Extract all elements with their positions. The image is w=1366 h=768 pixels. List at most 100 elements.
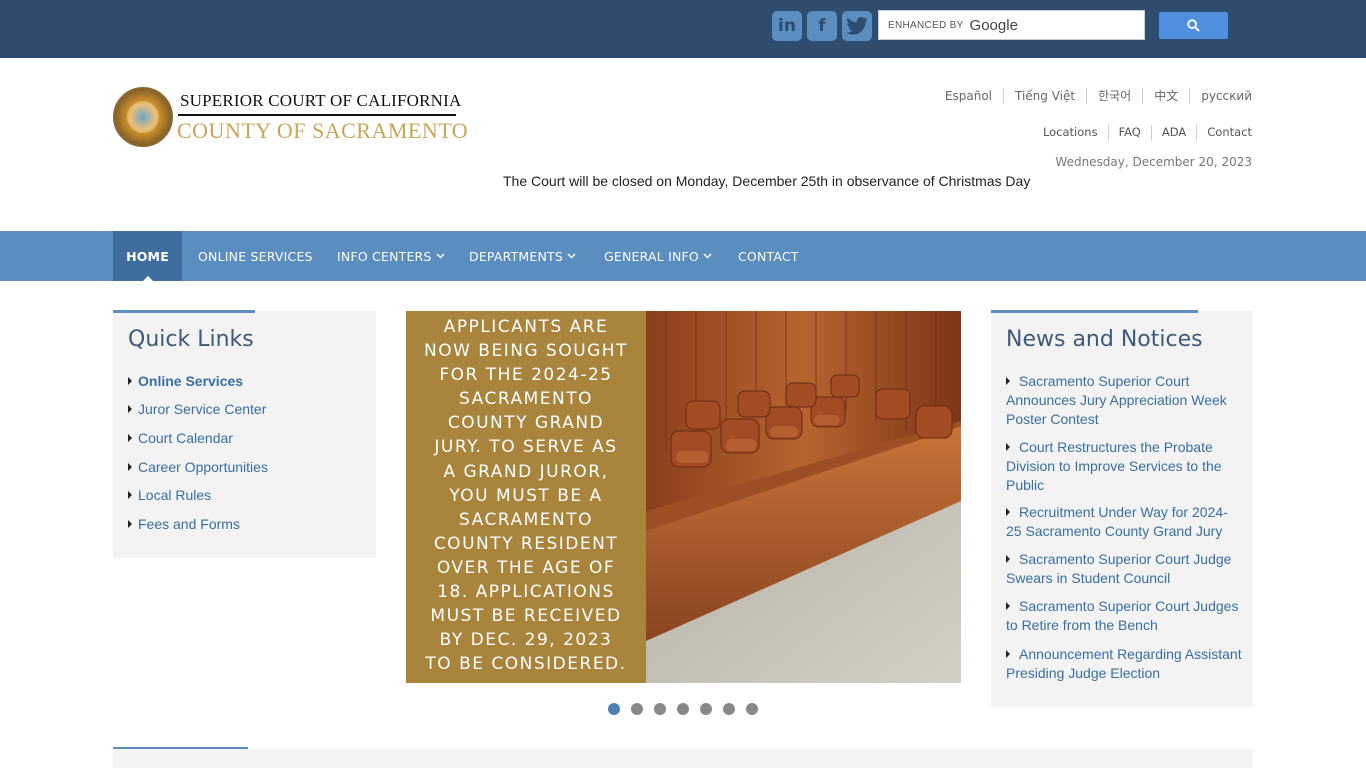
news-item-label: Sacramento Superior Court Announces Jury… (1006, 373, 1227, 427)
news-item[interactable]: Sacramento Superior Court Judge Swears i… (1006, 550, 1242, 588)
slide-caption-line: must be received (430, 606, 622, 627)
lang-russian[interactable]: русский (1189, 88, 1252, 104)
news-item-label: Recruitment Under Way for 2024-25 Sacram… (1006, 504, 1228, 539)
court-seal-logo[interactable] (113, 87, 173, 147)
lang-vietnamese[interactable]: Tiếng Việt (1003, 88, 1086, 104)
news-item-label: Sacramento Superior Court Judges to Reti… (1006, 598, 1239, 633)
bullet-icon (128, 463, 132, 471)
bullet-icon (1006, 377, 1010, 385)
carousel-dot-2[interactable] (631, 703, 643, 715)
nav-contact-label: CONTACT (738, 248, 799, 264)
court-title[interactable]: SUPERIOR COURT OF CALIFORNIA (180, 91, 462, 111)
bullet-icon (128, 520, 132, 528)
jury-box-photo (646, 311, 961, 683)
bottom-panel (113, 749, 1253, 768)
slide-caption: Applicants are now being sought for the 20… (406, 311, 646, 683)
news-item[interactable]: Sacramento Superior Court Judges to Reti… (1006, 597, 1242, 635)
carousel-dot-6[interactable] (723, 703, 735, 715)
bullet-icon (1006, 650, 1010, 658)
link-contact[interactable]: Contact (1196, 125, 1252, 140)
carousel-dot-5[interactable] (700, 703, 712, 715)
slide-caption-line: Sacramento (459, 509, 593, 530)
slide-caption-line: County resident (433, 533, 619, 554)
search-icon (1187, 19, 1200, 32)
facebook-icon[interactable]: f (807, 11, 837, 41)
closure-notice: The Court will be closed on Monday, Dece… (503, 173, 1031, 189)
search-enhanced-label: ENHANCED BY (888, 19, 964, 31)
slide-caption-line: County Grand (447, 413, 605, 434)
search-button[interactable] (1159, 12, 1228, 39)
nav-contact[interactable]: CONTACT (738, 231, 799, 281)
slide-caption-line: Sacramento (459, 389, 593, 410)
news-item-label: Sacramento Superior Court Judge Swears i… (1006, 551, 1232, 586)
quick-link-juror-service[interactable]: Juror Service Center (128, 401, 266, 417)
link-faq[interactable]: FAQ (1107, 125, 1151, 140)
news-item[interactable]: Sacramento Superior Court Announces Jury… (1006, 372, 1242, 429)
carousel-dot-4[interactable] (677, 703, 689, 715)
quick-link-online-services[interactable]: Online Services (128, 373, 243, 389)
chevron-down-icon (436, 253, 445, 259)
quick-link-label: Fees and Forms (138, 516, 240, 532)
carousel-dot-7[interactable] (746, 703, 758, 715)
bullet-icon (1006, 555, 1010, 563)
bullet-icon (128, 491, 132, 499)
quick-link-label: Online Services (138, 373, 244, 389)
bullet-icon (128, 405, 132, 413)
carousel-dots (608, 703, 769, 715)
slide-caption-line: 18. Applications (437, 582, 615, 603)
quick-link-label: Career Opportunities (138, 459, 268, 475)
chevron-down-icon (703, 253, 712, 259)
quick-link-court-calendar[interactable]: Court Calendar (128, 430, 233, 446)
carousel-slide[interactable]: Applicants are now being sought for the 20… (406, 311, 961, 683)
title-divider (178, 114, 456, 116)
twitter-icon[interactable] (842, 11, 872, 41)
nav-general-info-label: GENERAL INFO (604, 248, 699, 264)
slide-caption-line: you must be a (449, 485, 603, 506)
nav-online-services-label: ONLINE SERVICES (198, 248, 313, 264)
nav-online-services[interactable]: ONLINE SERVICES (198, 231, 313, 281)
link-locations[interactable]: Locations (1033, 125, 1108, 140)
carousel-dot-1[interactable] (608, 703, 620, 715)
lang-spanish[interactable]: Español (934, 88, 1003, 104)
nav-general-info[interactable]: GENERAL INFO (604, 231, 712, 281)
slide-caption-line: for the 2024-25 (439, 365, 613, 386)
language-links: Español Tiếng Việt 한국어 中文 русский (934, 88, 1252, 104)
slide-caption-line: now being sought (424, 341, 628, 362)
bullet-icon (1006, 602, 1010, 610)
nav-home-label: HOME (126, 248, 169, 264)
news-item-label: Court Restructures the Probate Division … (1006, 439, 1222, 493)
slide-caption-line: Applicants are (443, 317, 609, 337)
news-item[interactable]: Recruitment Under Way for 2024-25 Sacram… (1006, 503, 1242, 541)
search-input[interactable]: ENHANCED BY Google (878, 10, 1145, 40)
quick-links-accent (113, 310, 255, 313)
slide-caption-line: Jury. To serve as (434, 437, 618, 458)
lang-chinese[interactable]: 中文 (1142, 88, 1189, 104)
nav-departments-label: DEPARTMENTS (469, 248, 564, 264)
quick-link-local-rules[interactable]: Local Rules (128, 487, 211, 503)
chevron-down-icon (567, 253, 576, 259)
linkedin-icon[interactable]: in (772, 11, 802, 41)
lang-korean[interactable]: 한국어 (1086, 88, 1142, 104)
nav-departments[interactable]: DEPARTMENTS (469, 231, 576, 281)
slide-caption-line: a Grand juror, (443, 461, 609, 482)
quick-link-fees-forms[interactable]: Fees and Forms (128, 516, 240, 532)
quick-links-title: Quick Links (128, 327, 254, 352)
main-nav: HOME ONLINE SERVICES INFO CENTERS DEPART… (0, 231, 1366, 281)
quick-link-label: Juror Service Center (138, 401, 267, 417)
slide-caption-line: over the age of (436, 557, 616, 578)
nav-home[interactable]: HOME (113, 231, 182, 281)
news-title: News and Notices (1006, 327, 1203, 352)
county-title[interactable]: COUNTY OF SACRAMENTO (177, 118, 468, 144)
google-brand: Google (969, 16, 1018, 34)
carousel-dot-3[interactable] (654, 703, 666, 715)
quick-link-label: Court Calendar (138, 430, 233, 446)
nav-info-centers[interactable]: INFO CENTERS (337, 231, 445, 281)
nav-info-centers-label: INFO CENTERS (337, 248, 432, 264)
bullet-icon (1006, 508, 1010, 516)
utility-links: Locations FAQ ADA Contact (1033, 125, 1252, 140)
news-item[interactable]: Court Restructures the Probate Division … (1006, 438, 1242, 495)
link-ada[interactable]: ADA (1150, 125, 1196, 140)
quick-link-careers[interactable]: Career Opportunities (128, 459, 268, 475)
bullet-icon (128, 377, 132, 385)
news-item[interactable]: Announcement Regarding Assistant Presidi… (1006, 645, 1242, 683)
